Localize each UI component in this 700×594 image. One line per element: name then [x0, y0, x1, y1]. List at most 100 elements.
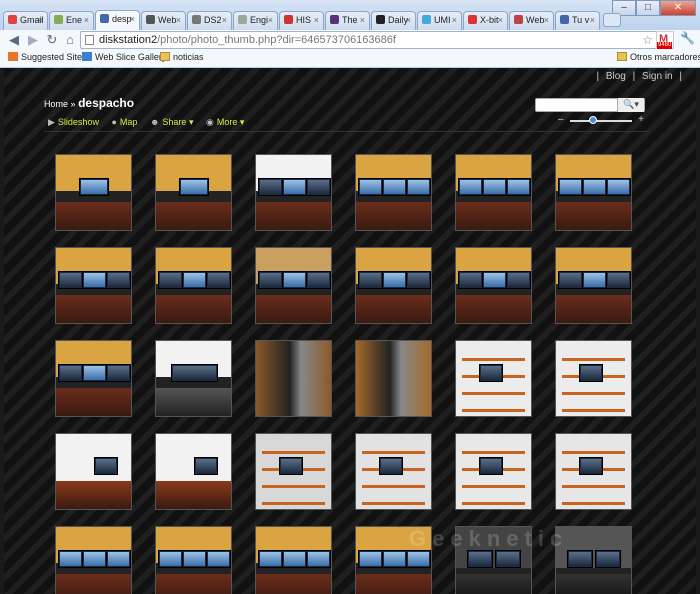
close-window-button[interactable]: ✕ [660, 0, 696, 16]
tab-favicon-icon [560, 15, 569, 24]
map-button[interactable]: ● Map [111, 117, 137, 127]
forward-icon[interactable]: ▶ [25, 32, 41, 48]
reload-icon[interactable]: ↻ [44, 32, 60, 48]
photo-thumbnail[interactable] [355, 340, 432, 417]
breadcrumb: Home » despacho [44, 96, 134, 110]
share-button[interactable]: ☻ Share ▾ [150, 117, 194, 128]
browser-tab[interactable]: DS2 × [187, 11, 232, 30]
bookmark-suggested-sites[interactable]: Suggested Sites [8, 52, 87, 62]
photo-thumbnail[interactable] [555, 433, 632, 510]
photo-thumbnail[interactable] [55, 526, 132, 594]
tab-favicon-icon [376, 15, 385, 24]
tab-close-icon[interactable]: × [84, 15, 89, 25]
browser-tab[interactable]: The × [325, 11, 370, 30]
suggested-sites-icon [8, 52, 18, 61]
photo-thumbnail[interactable] [455, 433, 532, 510]
browser-tab[interactable]: X-bit × [463, 11, 508, 30]
slider-track[interactable] [570, 120, 632, 122]
bookmark-star-icon[interactable]: ☆ [642, 32, 653, 48]
map-pin-icon: ● [111, 117, 117, 127]
photo-thumbnail[interactable] [55, 247, 132, 324]
browser-tab[interactable]: HIS × [279, 11, 324, 30]
photo-thumbnail[interactable] [55, 433, 132, 510]
bookmark-noticias[interactable]: noticias [160, 52, 204, 62]
photo-thumbnail[interactable] [555, 247, 632, 324]
photo-thumbnail[interactable] [55, 340, 132, 417]
bookmarks-bar: Suggested Sites Web Slice Gallery notici… [0, 50, 700, 68]
tab-close-icon[interactable]: × [498, 15, 503, 25]
zoom-in-icon[interactable]: + [638, 114, 644, 125]
photo-thumbnail[interactable] [155, 526, 232, 594]
browser-tab[interactable]: Web × [141, 11, 186, 30]
browser-tab[interactable]: desp × [95, 10, 140, 30]
tab-close-icon[interactable]: × [268, 15, 273, 25]
photo-thumbnail[interactable] [455, 154, 532, 231]
browser-tab[interactable]: Daily × [371, 11, 416, 30]
tab-favicon-icon [192, 15, 201, 24]
globe-icon: ◉ [206, 117, 214, 127]
photo-thumbnail[interactable] [255, 433, 332, 510]
zoom-out-icon[interactable]: – [558, 114, 564, 125]
photo-thumbnail[interactable] [155, 247, 232, 324]
photo-thumbnail[interactable] [255, 247, 332, 324]
tab-close-icon[interactable]: × [590, 15, 595, 25]
slider-handle[interactable] [589, 116, 597, 124]
tab-close-icon[interactable]: × [360, 15, 365, 25]
more-button[interactable]: ◉ More ▾ [206, 117, 244, 128]
photo-thumbnail[interactable] [555, 340, 632, 417]
breadcrumb-home-link[interactable]: Home [44, 99, 68, 109]
tab-close-icon[interactable]: × [176, 15, 181, 25]
photo-thumbnail[interactable] [355, 433, 432, 510]
maximize-button[interactable]: □ [636, 0, 660, 16]
tab-favicon-icon [8, 15, 17, 24]
gmail-checker-icon[interactable]: M 9480 [656, 31, 674, 49]
tab-close-icon[interactable]: × [314, 15, 319, 25]
tab-label: desp [112, 14, 132, 24]
tab-close-icon[interactable]: × [130, 14, 135, 24]
photo-thumbnail[interactable] [255, 526, 332, 594]
search-input[interactable]: 🔍▾ [535, 98, 645, 112]
photo-thumbnail[interactable] [155, 154, 232, 231]
browser-tab[interactable]: Tu v × [555, 11, 600, 30]
bookmark-otros-marcadores[interactable]: Otros marcadores [617, 52, 700, 62]
bookmark-web-slice-gallery[interactable]: Web Slice Gallery [82, 52, 166, 62]
wrench-menu-icon[interactable]: 🔧 [680, 31, 695, 45]
photo-thumbnail[interactable] [555, 154, 632, 231]
photo-thumbnail[interactable] [255, 154, 332, 231]
top-links: | Blog | Sign in | [596, 71, 682, 82]
tab-favicon-icon [468, 15, 477, 24]
web-slice-icon [82, 52, 92, 61]
chevron-down-icon: ▾ [188, 117, 194, 127]
tab-close-icon[interactable]: × [544, 15, 549, 25]
tab-close-icon[interactable]: × [38, 15, 43, 25]
photo-thumbnail[interactable] [455, 340, 532, 417]
tab-close-icon[interactable]: × [222, 15, 227, 25]
sign-in-link[interactable]: Sign in [642, 71, 673, 82]
photo-thumbnail[interactable] [155, 340, 232, 417]
thumbnail-size-slider[interactable]: – + [556, 114, 644, 127]
browser-tab[interactable]: Web × [509, 11, 554, 30]
browser-tab[interactable]: Ene × [49, 11, 94, 30]
tab-close-icon[interactable]: × [452, 15, 457, 25]
search-button[interactable]: 🔍▾ [617, 98, 644, 112]
tab-label: UMI [434, 15, 451, 25]
person-icon: ☻ [149, 117, 160, 127]
browser-tab[interactable]: Gmail × [3, 11, 48, 30]
tab-close-icon[interactable]: × [406, 15, 411, 25]
tab-favicon-icon [146, 15, 155, 24]
photo-thumbnail[interactable] [155, 433, 232, 510]
play-icon: ▶ [48, 117, 55, 127]
address-bar[interactable]: diskstation2/photo/photo_thumb.php?dir=6… [80, 31, 660, 49]
photo-thumbnail[interactable] [355, 154, 432, 231]
photo-thumbnail[interactable] [255, 340, 332, 417]
photo-thumbnail[interactable] [55, 154, 132, 231]
slideshow-button[interactable]: ▶ Slideshow [48, 117, 99, 128]
back-icon[interactable]: ◀ [6, 32, 22, 48]
new-tab-button[interactable] [603, 13, 621, 27]
browser-tab[interactable]: UMI × [417, 11, 462, 30]
photo-thumbnail[interactable] [355, 247, 432, 324]
blog-link[interactable]: Blog [606, 71, 626, 82]
home-icon[interactable]: ⌂ [62, 32, 78, 48]
browser-tab[interactable]: Engi × [233, 11, 278, 30]
photo-thumbnail[interactable] [455, 247, 532, 324]
